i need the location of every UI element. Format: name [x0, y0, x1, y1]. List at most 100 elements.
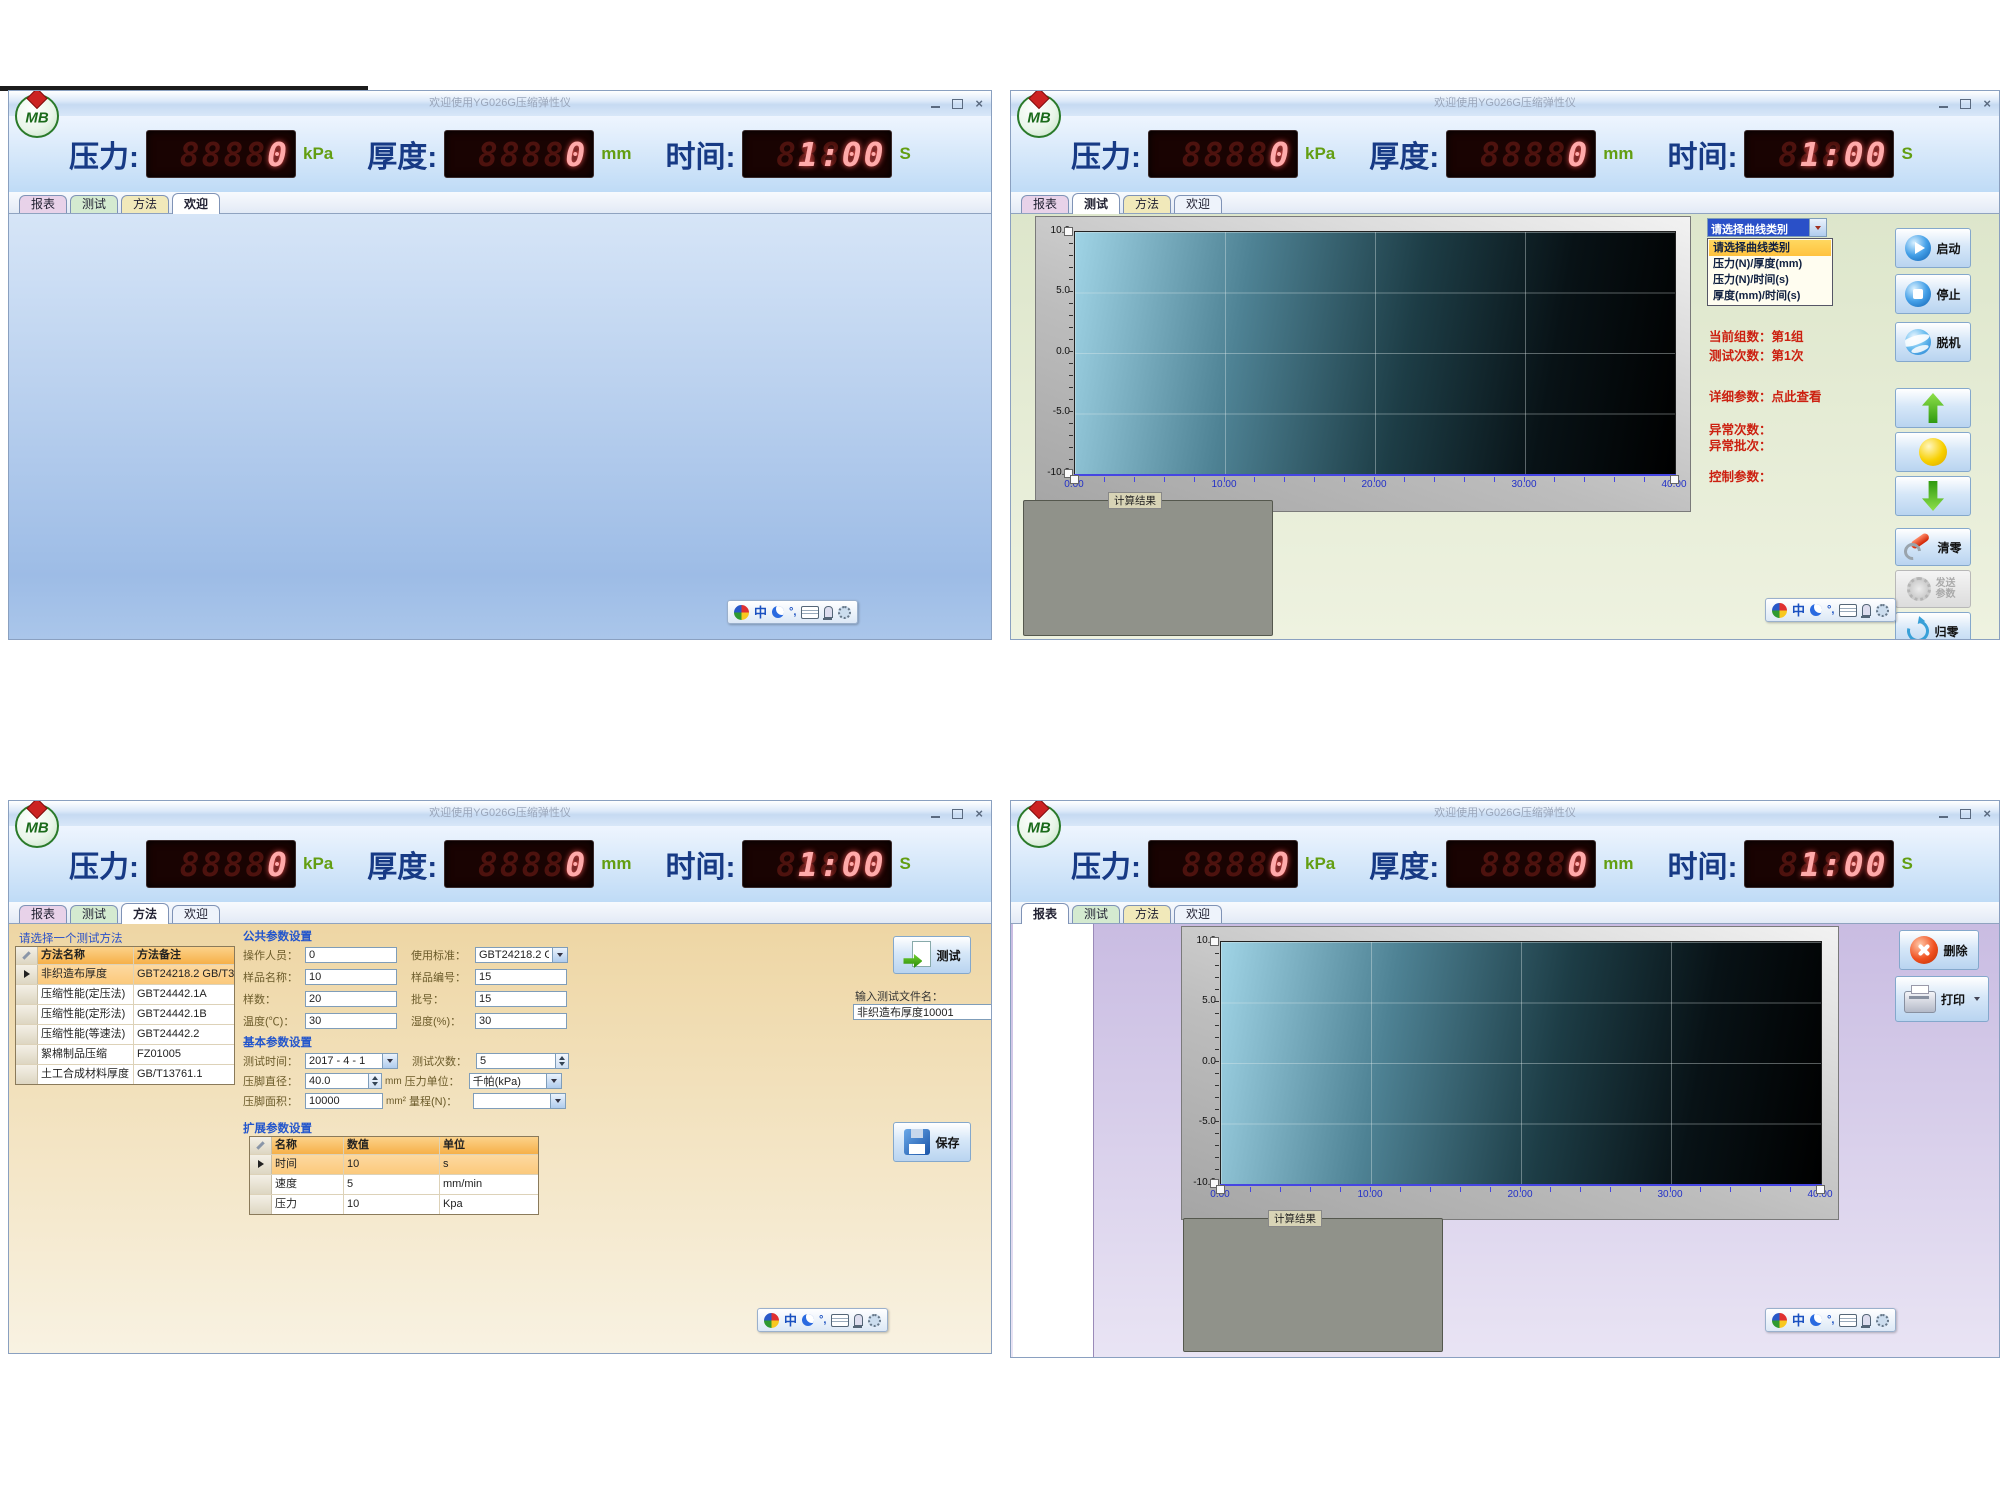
language-bar[interactable]: 中 °, [727, 600, 858, 624]
curve-type-option[interactable]: 压力(N)/厚度(mm) [1709, 256, 1831, 272]
language-bar[interactable]: 中 °, [1765, 1308, 1896, 1332]
ime-logo-icon[interactable] [734, 605, 749, 620]
maximize-button[interactable] [1960, 99, 1971, 109]
minimize-button[interactable] [931, 106, 940, 108]
punctuation-icon[interactable]: °, [1827, 605, 1834, 616]
tab-report[interactable]: 报表 [19, 195, 67, 213]
foot-area-input[interactable] [305, 1093, 383, 1109]
fullwidth-moon-icon[interactable] [802, 1314, 814, 1326]
tab-test[interactable]: 测试 [1072, 905, 1120, 923]
soft-keyboard-icon[interactable] [1839, 1314, 1857, 1327]
settings-icon[interactable] [1876, 604, 1889, 617]
titlebar[interactable]: 欢迎使用YG026G压缩弹性仪 × [1011, 801, 1999, 827]
range-select[interactable] [473, 1093, 566, 1109]
tab-method[interactable]: 方法 [1123, 905, 1171, 923]
method-row[interactable]: 土工合成材料厚度 GB/T13761.1 [16, 1065, 234, 1084]
tab-welcome[interactable]: 欢迎 [172, 193, 220, 214]
tab-test[interactable]: 测试 [1072, 193, 1120, 214]
fullwidth-moon-icon[interactable] [1810, 1314, 1822, 1326]
chinese-mode-icon[interactable]: 中 [754, 606, 767, 619]
chinese-mode-icon[interactable]: 中 [1792, 604, 1805, 617]
settings-icon[interactable] [868, 1314, 881, 1327]
move-down-button[interactable] [1895, 476, 1971, 516]
ext-param-row[interactable]: 时间 10 s [250, 1155, 538, 1175]
soft-keyboard-icon[interactable] [1839, 604, 1857, 617]
foot-diameter-stepper[interactable] [305, 1073, 382, 1089]
tab-method[interactable]: 方法 [1123, 195, 1171, 213]
minimize-button[interactable] [931, 816, 940, 818]
tab-test[interactable]: 测试 [70, 195, 118, 213]
minimize-button[interactable] [1939, 816, 1948, 818]
range-value[interactable] [473, 1093, 551, 1109]
soft-keyboard-icon[interactable] [831, 1314, 849, 1327]
axis-slider-handle[interactable] [1816, 1185, 1825, 1194]
ime-logo-icon[interactable] [764, 1313, 779, 1328]
start-button[interactable]: 启动 [1895, 228, 1971, 268]
tab-welcome[interactable]: 欢迎 [1174, 905, 1222, 923]
foot-diameter-value[interactable] [305, 1073, 369, 1089]
fullwidth-moon-icon[interactable] [1810, 604, 1822, 616]
punctuation-icon[interactable]: °, [789, 607, 796, 618]
test-date-value[interactable] [305, 1053, 383, 1069]
detail-params-link[interactable]: 详细参数：点此查看 [1709, 386, 1822, 405]
tab-report[interactable]: 报表 [19, 905, 67, 923]
titlebar[interactable]: 欢迎使用YG026G压缩弹性仪 × [9, 91, 991, 117]
method-row[interactable]: 压缩性能(等速法) GBT24442.2 [16, 1025, 234, 1045]
clear-button[interactable]: 清零 [1895, 528, 1971, 566]
ime-logo-icon[interactable] [1772, 1313, 1787, 1328]
ext-param-row[interactable]: 速度 5 mm/min [250, 1175, 538, 1195]
punctuation-icon[interactable]: °, [819, 1315, 826, 1326]
axis-slider-handle[interactable] [1670, 475, 1679, 484]
minimize-button[interactable] [1939, 106, 1948, 108]
titlebar[interactable]: 欢迎使用YG026G压缩弹性仪 × [1011, 91, 1999, 117]
maximize-button[interactable] [952, 99, 963, 109]
filename-input[interactable] [853, 1004, 991, 1020]
chinese-mode-icon[interactable]: 中 [1792, 1314, 1805, 1327]
batch-no-input[interactable] [475, 991, 567, 1007]
force-unit-value[interactable] [469, 1073, 547, 1089]
ime-logo-icon[interactable] [1772, 603, 1787, 618]
chinese-mode-icon[interactable]: 中 [784, 1314, 797, 1327]
test-times-value[interactable] [476, 1053, 556, 1069]
method-row[interactable]: 絮棉制品压缩 FZ01005 [16, 1045, 234, 1065]
sample-no-input[interactable] [475, 969, 567, 985]
combo-arrow-icon[interactable] [551, 1093, 566, 1109]
maximize-button[interactable] [1960, 809, 1971, 819]
tab-test[interactable]: 测试 [70, 905, 118, 923]
operator-input[interactable] [305, 947, 397, 963]
settings-icon[interactable] [838, 606, 851, 619]
combo-arrow-icon[interactable] [553, 947, 568, 963]
run-test-button[interactable]: 测试 [893, 936, 971, 974]
standard-select[interactable] [475, 947, 568, 963]
method-row[interactable]: 压缩性能(定形法) GBT24442.1B [16, 1005, 234, 1025]
zero-button[interactable]: 归零 [1895, 612, 1971, 639]
microphone-icon[interactable] [1862, 604, 1871, 616]
curve-type-option[interactable]: 请选择曲线类别 [1709, 240, 1831, 256]
combo-arrow-icon[interactable] [547, 1073, 562, 1089]
move-up-button[interactable] [1895, 388, 1971, 428]
print-button[interactable]: 打印 [1895, 976, 1989, 1022]
delete-button[interactable]: 删除 [1899, 930, 1979, 970]
tab-method[interactable]: 方法 [121, 195, 169, 213]
print-dropdown-icon[interactable] [1974, 997, 1980, 1001]
close-button[interactable]: × [975, 807, 983, 820]
punctuation-icon[interactable]: °, [1827, 1315, 1834, 1326]
standard-value[interactable] [475, 947, 553, 963]
report-list-panel[interactable] [1013, 924, 1094, 1357]
fullwidth-moon-icon[interactable] [772, 606, 784, 618]
tab-welcome[interactable]: 欢迎 [1174, 195, 1222, 213]
stop-button[interactable]: 停止 [1895, 274, 1971, 314]
sample-count-input[interactable] [305, 991, 397, 1007]
dropdown-arrow-icon[interactable] [1809, 219, 1826, 236]
tab-report[interactable]: 报表 [1021, 903, 1069, 924]
close-button[interactable]: × [975, 97, 983, 110]
axis-slider-handle[interactable] [1064, 227, 1073, 236]
microphone-icon[interactable] [854, 1314, 863, 1326]
spinner-icon[interactable] [556, 1053, 569, 1069]
curve-type-option[interactable]: 厚度(mm)/时间(s) [1709, 288, 1831, 304]
test-date-select[interactable] [305, 1053, 398, 1069]
titlebar[interactable]: 欢迎使用YG026G压缩弹性仪 × [9, 801, 991, 827]
close-button[interactable]: × [1983, 807, 1991, 820]
method-row[interactable]: 压缩性能(定压法) GBT24442.1A [16, 985, 234, 1005]
pause-indicator-button[interactable] [1895, 432, 1971, 472]
